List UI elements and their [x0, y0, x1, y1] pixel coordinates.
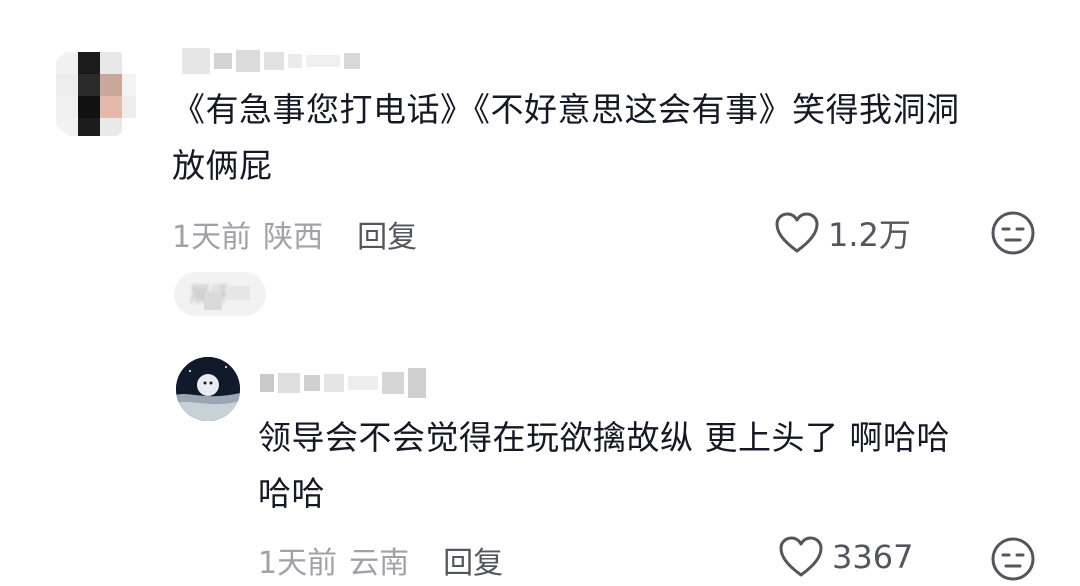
reply-button[interactable]: 回复	[357, 212, 417, 256]
reply-location: 云南	[349, 546, 410, 581]
reply-like-button[interactable]: 3367	[778, 536, 913, 578]
avatar-image	[176, 357, 240, 421]
dislike-button[interactable]	[990, 210, 1036, 260]
like-count: 1.2万	[828, 216, 911, 254]
reply-dislike-button[interactable]	[990, 536, 1036, 586]
neutral-face-icon	[991, 211, 1035, 255]
heart-outline-icon	[779, 536, 823, 577]
reply-text: 领导会不会觉得在玩欲擒故纵 更上头了 啊哈哈 哈哈	[258, 410, 950, 522]
reply-text-line: 哈哈	[258, 474, 325, 513]
like-button[interactable]: 1.2万	[774, 210, 911, 256]
comment-text-line: 《有急事您打电话》《不好意思这会有事》笑得我洞洞	[172, 90, 960, 129]
reply-time: 1天前	[258, 546, 338, 581]
neutral-face-icon	[991, 537, 1035, 581]
reply-like-count: 3367	[832, 538, 914, 576]
reply-username-blurred[interactable]	[260, 368, 426, 398]
expand-replies-button[interactable]: 展评	[174, 272, 266, 316]
comment-meta: 1天前 陕西 回复	[172, 212, 417, 256]
username-blurred[interactable]	[182, 48, 360, 74]
comment-text-line: 放俩屁	[172, 146, 273, 185]
reply-button[interactable]: 回复	[443, 538, 503, 582]
reply-meta: 1天前 云南 回复	[258, 538, 503, 582]
user-avatar[interactable]	[44, 44, 142, 142]
comment-location: 陕西	[263, 220, 324, 255]
reply-text-line: 领导会不会觉得在玩欲擒故纵 更上头了 啊哈哈	[258, 418, 950, 457]
comment-time: 1天前	[172, 220, 252, 255]
comment-text: 《有急事您打电话》《不好意思这会有事》笑得我洞洞 放俩屁	[172, 82, 960, 194]
reply-avatar[interactable]	[176, 357, 240, 421]
heart-outline-icon	[775, 212, 819, 253]
